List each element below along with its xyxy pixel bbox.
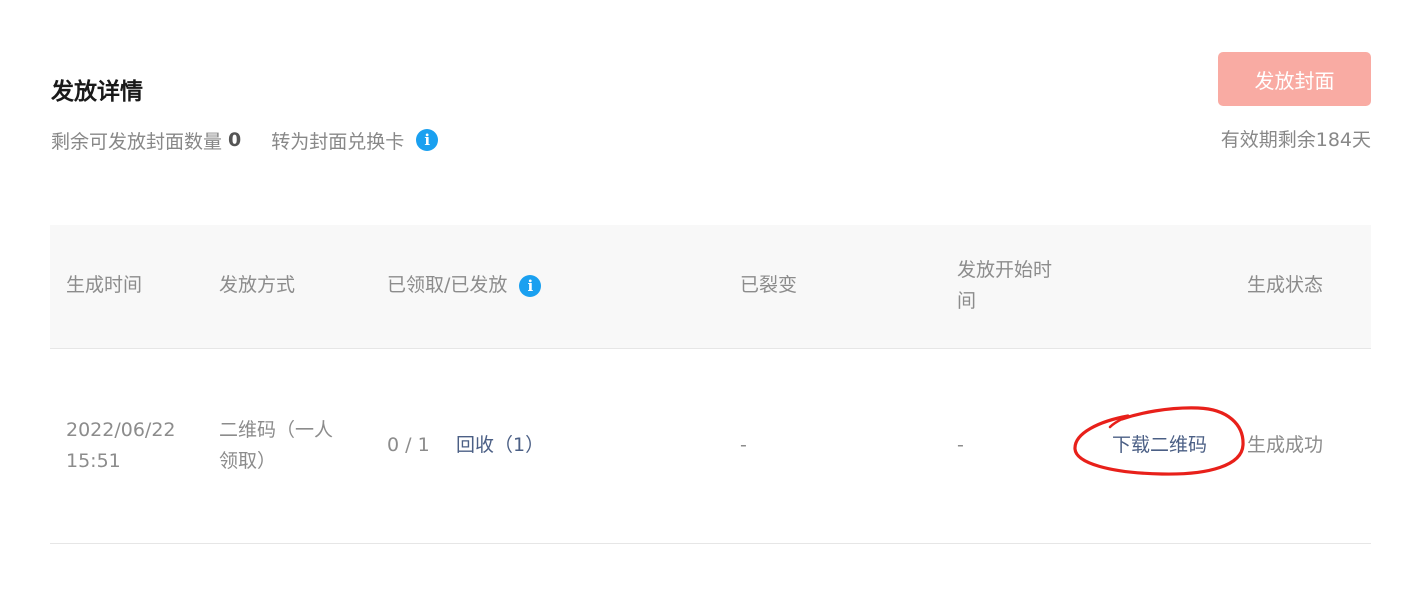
table-header: 生成时间 发放方式 已领取/已发放 i 已裂变 发放开始时间 生成状态: [50, 225, 1371, 349]
validity-text: 有效期剩余184天: [1220, 129, 1371, 151]
row-divider: [50, 543, 1371, 544]
column-header-created-time: 生成时间: [66, 274, 143, 296]
recall-link[interactable]: 回收（1）: [456, 430, 544, 461]
info-icon[interactable]: i: [519, 274, 542, 297]
section-title: 发放详情: [51, 79, 143, 105]
column-header-fission: 已裂变: [740, 274, 798, 296]
summary-row: 剩余可发放封面数量 0 转为封面兑换卡 i: [51, 126, 439, 154]
claimed-issued-cell: 0 / 1: [387, 434, 430, 456]
remaining-count: 0: [228, 129, 242, 151]
status-cell: 生成成功: [1247, 434, 1324, 456]
download-qrcode-link[interactable]: 下载二维码: [1112, 430, 1207, 461]
column-header-start-time: 发放开始时间: [957, 259, 1053, 312]
fission-cell: -: [740, 434, 747, 456]
info-icon[interactable]: i: [416, 129, 439, 151]
column-header-method: 发放方式: [219, 274, 296, 296]
method-cell: 二维码（一人领取）: [219, 419, 334, 472]
column-header-status: 生成状态: [1247, 274, 1324, 296]
created-time-cell: 2022/06/22 15:51: [66, 419, 176, 472]
start-time-cell: -: [957, 434, 964, 456]
convert-to-card-link[interactable]: 转为封面兑换卡: [271, 127, 404, 154]
column-header-claimed-issued-label: 已领取/已发放: [387, 274, 508, 296]
remaining-label: 剩余可发放封面数量: [51, 130, 223, 153]
column-header-claimed-issued: 已领取/已发放 i: [387, 270, 542, 301]
issue-cover-button[interactable]: 发放封面: [1218, 52, 1371, 106]
